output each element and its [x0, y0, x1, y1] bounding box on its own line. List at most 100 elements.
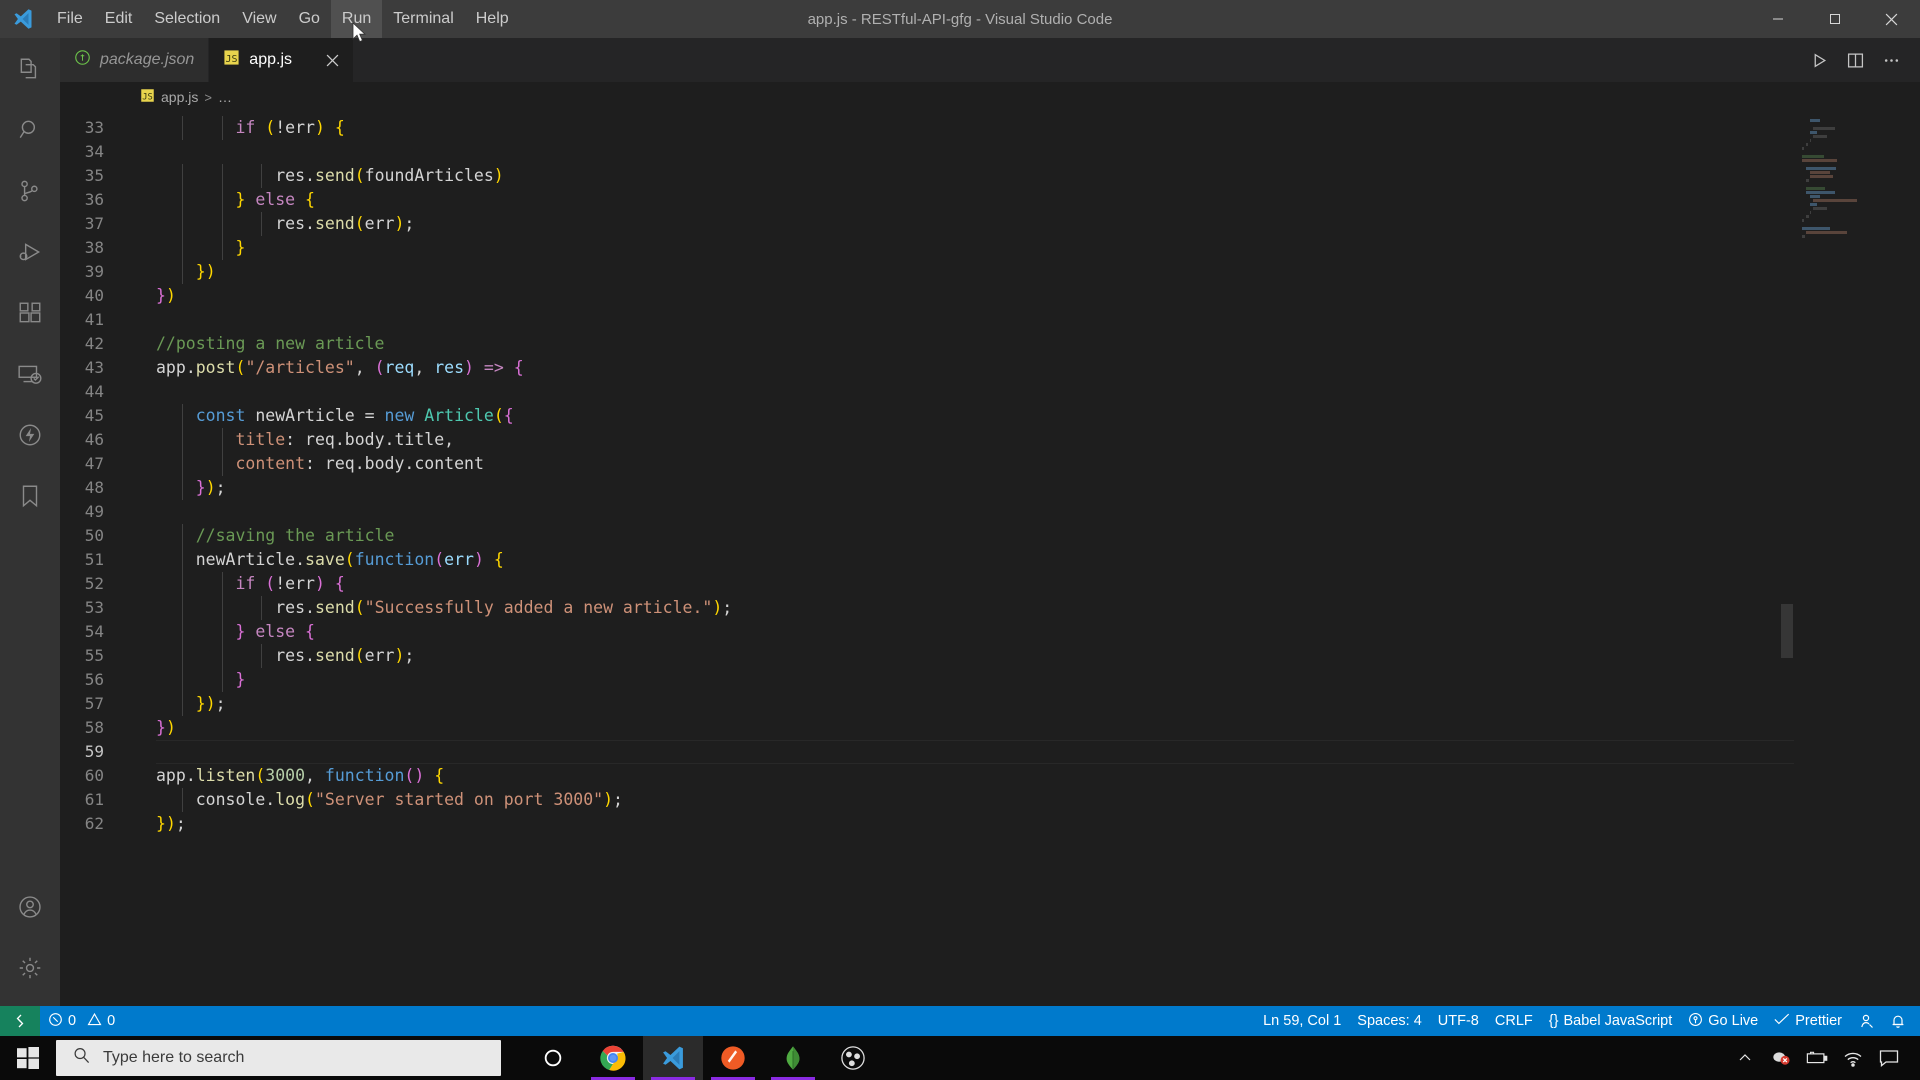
window-controls[interactable]	[1749, 0, 1920, 38]
maximize-button[interactable]	[1806, 0, 1863, 38]
code-line[interactable]: 42 //posting a new article	[60, 332, 1794, 356]
code-line[interactable]: 55 res.send(err);	[60, 644, 1794, 668]
menu-item-help[interactable]: Help	[465, 0, 520, 38]
code-line[interactable]: 45 const newArticle = new Article({	[60, 404, 1794, 428]
code-line-text[interactable]: }	[130, 236, 245, 260]
close-button[interactable]	[1863, 0, 1920, 38]
taskbar-app-cortana[interactable]	[523, 1036, 583, 1080]
code-line-text[interactable]: if (!err) {	[130, 572, 344, 596]
code-line[interactable]: 40})	[60, 284, 1794, 308]
code-line-text[interactable]: const newArticle = new Article({	[130, 404, 514, 428]
code-line-text[interactable]: res.send(err);	[130, 212, 414, 236]
code-line-text[interactable]: app.listen(3000, function() {	[130, 764, 444, 788]
code-line[interactable]: 46 title: req.body.title,	[60, 428, 1794, 452]
code-line-text[interactable]: });	[130, 812, 186, 836]
code-line[interactable]: 56 }	[60, 668, 1794, 692]
code-line-text[interactable]: if (!err) {	[130, 116, 344, 140]
code-lines[interactable]: 33 if (!err) {34 35 res.send(foundArticle…	[60, 112, 1794, 836]
settings-gear-icon[interactable]	[0, 937, 60, 998]
show-hidden-icons-chevron-icon[interactable]	[1728, 1036, 1762, 1080]
sidebar-item-bookmarks[interactable]	[0, 465, 60, 526]
menu-item-go[interactable]: Go	[288, 0, 331, 38]
antivirus-icon[interactable]	[1764, 1036, 1798, 1080]
menu-item-edit[interactable]: Edit	[94, 0, 144, 38]
code-line[interactable]: 41	[60, 308, 1794, 332]
code-line[interactable]: 39 })	[60, 260, 1794, 284]
code-line[interactable]: 38 }	[60, 236, 1794, 260]
code-line[interactable]: 62});	[60, 812, 1794, 836]
code-line-text[interactable]: res.send("Successfully added a new artic…	[130, 596, 732, 620]
code-line[interactable]: 44	[60, 380, 1794, 404]
tab-app-js[interactable]: JS app.js	[209, 38, 354, 82]
code-line-text[interactable]: app.post("/articles", (req, res) => {	[130, 356, 524, 380]
tab-close-icon[interactable]	[321, 49, 343, 71]
code-line[interactable]: 43 app.post("/articles", (req, res) => {	[60, 356, 1794, 380]
split-editor-button[interactable]	[1840, 45, 1870, 75]
code-line[interactable]: 35 res.send(foundArticles)	[60, 164, 1794, 188]
start-button[interactable]	[0, 1036, 56, 1080]
code-line-text[interactable]: console.log("Server started on port 3000…	[130, 788, 623, 812]
code-line-text[interactable]: res.send(foundArticles)	[130, 164, 504, 188]
tab-package-json[interactable]: package.json	[60, 38, 210, 82]
code-line-text[interactable]: })	[130, 716, 176, 740]
code-line-text[interactable]: res.send(err);	[130, 644, 414, 668]
code-scroll-area[interactable]: 33 if (!err) {34 35 res.send(foundArticle…	[60, 112, 1794, 1006]
code-line-text[interactable]: }	[130, 668, 245, 692]
code-line-text[interactable]: //posting a new article	[130, 332, 384, 356]
code-line[interactable]: 33 if (!err) {	[60, 116, 1794, 140]
code-line[interactable]: 58})	[60, 716, 1794, 740]
taskbar-app-visual-studio-code[interactable]	[643, 1036, 703, 1080]
scrollbar-thumb[interactable]	[1781, 604, 1793, 658]
editor-vertical-scrollbar[interactable]	[1780, 112, 1794, 1006]
breadcrumb-ellipsis[interactable]: …	[218, 89, 232, 105]
code-line[interactable]: 49	[60, 500, 1794, 524]
language-mode-status[interactable]: {} Babel JavaScript	[1541, 1006, 1681, 1036]
eol-status[interactable]: CRLF	[1487, 1006, 1541, 1036]
code-line[interactable]: 47 content: req.body.content	[60, 452, 1794, 476]
run-file-button[interactable]	[1804, 45, 1834, 75]
minimize-button[interactable]	[1749, 0, 1806, 38]
sidebar-item-remote-explorer[interactable]	[0, 343, 60, 404]
remote-window-button[interactable]	[0, 1006, 40, 1036]
taskbar-app-google-chrome[interactable]	[583, 1036, 643, 1080]
sidebar-item-search[interactable]	[0, 99, 60, 160]
breadcrumb[interactable]: JS app.js > …	[60, 82, 1920, 112]
code-line[interactable]: 59	[60, 740, 1794, 764]
code-line-text[interactable]: });	[130, 692, 226, 716]
code-line[interactable]: 57 });	[60, 692, 1794, 716]
battery-icon[interactable]	[1800, 1036, 1834, 1080]
sidebar-item-run-and-debug[interactable]	[0, 221, 60, 282]
sidebar-item-thunder-client[interactable]	[0, 404, 60, 465]
code-line-text[interactable]: title: req.body.title,	[130, 428, 454, 452]
code-line-text[interactable]: newArticle.save(function(err) {	[130, 548, 504, 572]
code-line[interactable]: 34	[60, 140, 1794, 164]
sidebar-item-extensions[interactable]	[0, 282, 60, 343]
menu-item-run[interactable]: Run	[330, 0, 383, 38]
more-actions-button[interactable]	[1876, 45, 1906, 75]
code-line-text[interactable]: });	[130, 476, 226, 500]
feedback-icon[interactable]	[1850, 1006, 1882, 1036]
menu-bar[interactable]: File Edit Selection View Go Run Terminal…	[46, 0, 520, 38]
menu-item-terminal[interactable]: Terminal	[382, 0, 464, 38]
cursor-position[interactable]: Ln 59, Col 1	[1255, 1006, 1349, 1036]
code-line[interactable]: 52 if (!err) {	[60, 572, 1794, 596]
code-line-text[interactable]: })	[130, 260, 216, 284]
go-live-button[interactable]: Go Live	[1680, 1006, 1766, 1036]
code-line-text[interactable]: })	[130, 284, 176, 308]
code-line[interactable]: 60 app.listen(3000, function() {	[60, 764, 1794, 788]
code-line[interactable]: 37 res.send(err);	[60, 212, 1794, 236]
code-line[interactable]: 51 newArticle.save(function(err) {	[60, 548, 1794, 572]
code-line-text[interactable]: //saving the article	[130, 524, 395, 548]
code-line[interactable]: 48 });	[60, 476, 1794, 500]
network-wifi-icon[interactable]	[1836, 1036, 1870, 1080]
code-line[interactable]: 53 res.send("Successfully added a new ar…	[60, 596, 1794, 620]
problems-status[interactable]: 0 0	[40, 1006, 123, 1036]
code-line-text[interactable]: content: req.body.content	[130, 452, 483, 476]
code-editor[interactable]: 33 if (!err) {34 35 res.send(foundArticle…	[60, 112, 1920, 1006]
indentation-status[interactable]: Spaces: 4	[1349, 1006, 1430, 1036]
encoding-status[interactable]: UTF-8	[1430, 1006, 1487, 1036]
code-line[interactable]: 61 console.log("Server started on port 3…	[60, 788, 1794, 812]
menu-item-view[interactable]: View	[231, 0, 287, 38]
menu-item-selection[interactable]: Selection	[143, 0, 231, 38]
accounts-icon[interactable]	[0, 876, 60, 937]
